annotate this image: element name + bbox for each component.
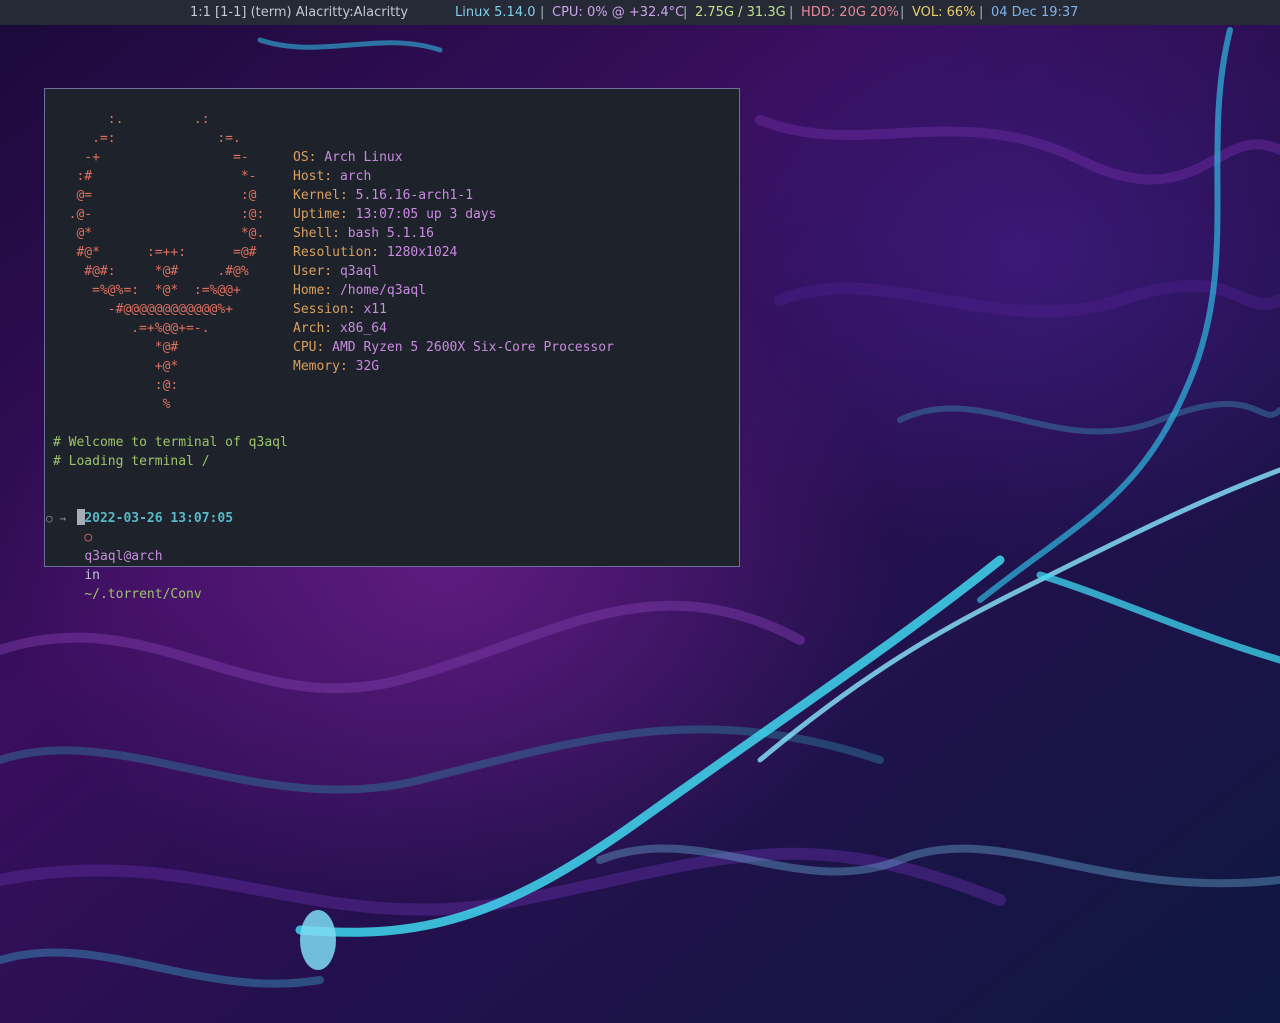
prompt-in: in [84,568,100,583]
ascii-art-line: @* *@. [53,226,265,241]
sysinfo-key: Resolution: [293,245,387,260]
sysinfo-key: Arch: [293,321,340,336]
sysinfo-key: Kernel: [293,188,356,203]
ascii-art-line: #@#: *@# .#@% [53,264,249,279]
bar-separator: | [683,5,688,20]
sysinfo-resolution: Resolution: 1280x1024 [293,243,457,262]
sysinfo-uptime: Uptime: 13:07:05 up 3 days [293,205,497,224]
terminal-window[interactable]: :. .: .=: :=. -+ =- :# *- @= :@ .@- :@: … [44,88,740,602]
sysinfo-cpu: CPU: AMD Ryzen 5 2600X Six-Core Processo… [293,338,614,357]
sysinfo-key: Shell: [293,226,348,241]
bar-separator: | [900,5,905,20]
sysinfo-key: CPU: [293,340,333,355]
ascii-art-line: =%@%=: *@* :=%@@+ [53,283,241,298]
sysinfo-shell: Shell: bash 5.1.16 [293,224,434,243]
sysinfo-os: OS: Arch Linux [293,148,403,167]
memory-indicator: 2.75G / 31.3G [695,5,786,20]
sysinfo-key: OS: [293,150,325,165]
prompt-circle-icon: ○ [84,530,93,545]
sysinfo-value: x11 [363,302,387,317]
prompt-path: ~/.torrent/Conv [84,587,202,602]
volume-indicator[interactable]: VOL: 66% [912,0,976,25]
sysinfo-session: Session: x11 [293,300,387,319]
prompt-datetime: 2022-03-26 13:07:05 [84,511,234,526]
ascii-art-line: :. .: [53,112,210,127]
sysinfo-value: bash 5.1.16 [347,226,434,241]
ascii-art-line: -#@@@@@@@@@@@@%+ [53,302,234,317]
sysinfo-arch: Arch: x86_64 [293,319,387,338]
sysinfo-value: 32G [355,359,380,374]
ascii-art-line: :@: [53,378,179,393]
sysinfo-memory: Memory: 32G [293,357,379,376]
input-prompt-symbol: ○ → [46,512,66,525]
welcome-message: # Welcome to terminal of q3aql [53,435,288,450]
sysinfo-value: arch [339,169,372,184]
ascii-art-line: +@* [53,359,179,374]
hdd-indicator: HDD: 20G 20% [801,5,899,20]
sysinfo-home: Home: /home/q3aql [293,281,426,300]
clock[interactable]: 04 Dec 19:37 [991,0,1078,25]
sysinfo-key: Memory: [293,359,356,374]
prompt-line: 2022-03-26 13:07:05 ○ q3aql@arch in ~/.t… [53,490,233,602]
sysinfo-key: Session: [293,302,364,317]
sysinfo-value: q3aql [339,264,380,279]
sysinfo-value: 5.16.16-arch1-1 [355,188,474,203]
sysinfo-value: 13:07:05 up 3 days [355,207,497,222]
prompt-userhost: q3aql@arch [84,549,163,564]
ascii-art-line: @= :@ [53,188,257,203]
ascii-art-line: .=+%@@+=-. [53,321,210,336]
sysinfo-value: 1280x1024 [386,245,458,260]
loading-message: # Loading terminal / [53,454,210,469]
ascii-art-line: .=: :=. [53,131,241,146]
sysinfo-value: /home/q3aql [339,283,427,298]
workspace-indicator[interactable]: 1:1 [1-1] (term) Alacritty:Alacritty [190,0,408,25]
sysinfo-key: Uptime: [293,207,356,222]
ascii-art-line: *@# [53,340,179,355]
kernel-indicator: Linux 5.14.0 [455,5,536,20]
sysinfo-user: User: q3aql [293,262,379,281]
ascii-art-line: % [53,397,171,412]
sysinfo-host: Host: arch [293,167,371,186]
status-bar: 1:1 [1-1] (term) Alacritty:Alacritty Lin… [0,0,1280,25]
bar-separator: | [979,5,984,20]
bar-separator: | [540,5,545,20]
sysinfo-key: User: [293,264,340,279]
sysinfo-value: x86_64 [339,321,387,336]
terminal-cursor[interactable] [77,509,85,525]
cpu-indicator: CPU: 0% @ +32.4°C [552,5,685,20]
sysinfo-value: AMD Ryzen 5 2600X Six-Core Processor [332,340,614,355]
ascii-art-line: -+ =- [53,150,249,165]
bar-separator: | [789,5,794,20]
ascii-art-line: :# *- [53,169,257,184]
ascii-art-line: .@- :@: [53,207,265,222]
sysinfo-key: Host: [293,169,340,184]
sysinfo-key: Home: [293,283,340,298]
sysinfo-value: Arch Linux [324,150,403,165]
ascii-art-line: #@* :=++: =@# [53,245,257,260]
sysinfo-kernel: Kernel: 5.16.16-arch1-1 [293,186,473,205]
